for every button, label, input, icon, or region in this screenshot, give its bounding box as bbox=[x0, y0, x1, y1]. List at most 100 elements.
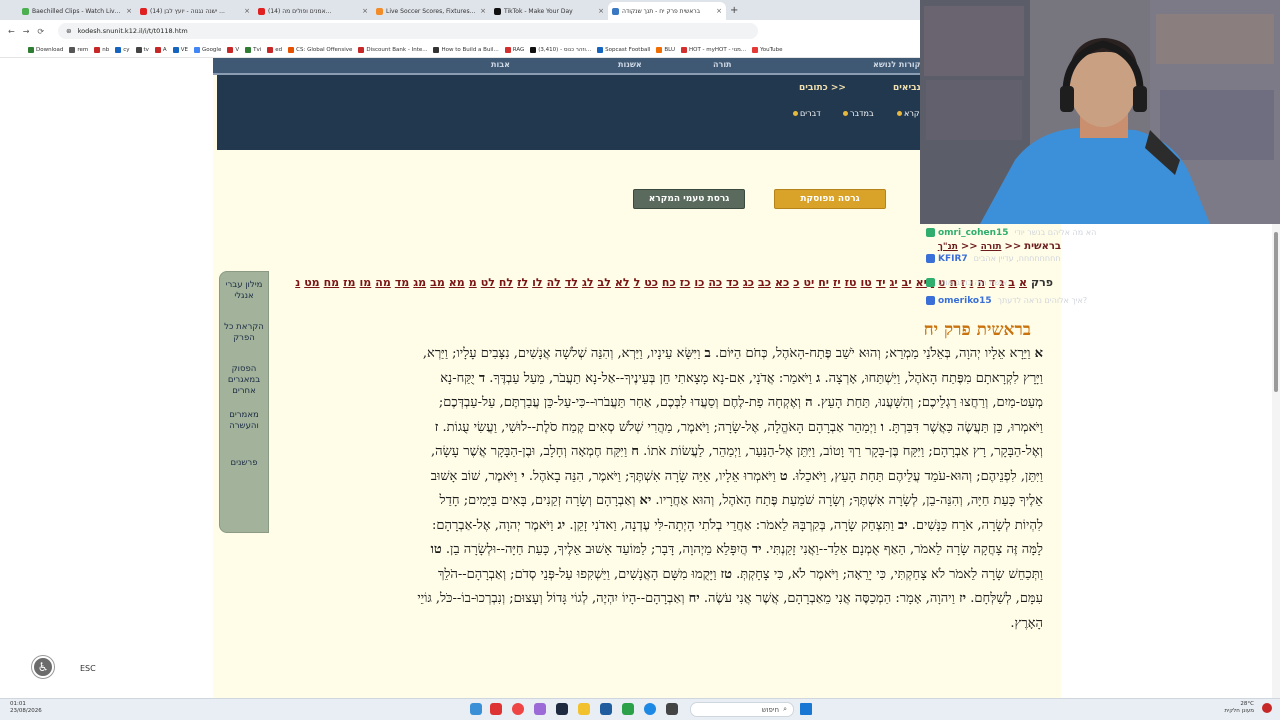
taskbar-app-icon[interactable] bbox=[666, 703, 678, 715]
chapter-link-14[interactable]: טו bbox=[861, 276, 872, 289]
accessibility-icon[interactable]: ♿ bbox=[32, 656, 54, 678]
chapter-link-36[interactable]: לז bbox=[517, 276, 528, 289]
chapter-link-46[interactable]: מז bbox=[343, 276, 355, 289]
bookmark-item[interactable]: BLU bbox=[656, 46, 675, 53]
chapter-link-25[interactable]: כו bbox=[694, 276, 704, 289]
chapter-link-37[interactable]: לח bbox=[499, 276, 513, 289]
chat-username[interactable]: KFIR7 bbox=[938, 254, 968, 264]
chapter-link-44[interactable]: מה bbox=[375, 276, 391, 289]
taskbar-app-icon[interactable] bbox=[534, 703, 546, 715]
reload-icon[interactable]: ⟳ bbox=[37, 27, 44, 36]
chapter-link-35[interactable]: לו bbox=[532, 276, 542, 289]
side-item-read-chapter[interactable]: הקראת כל הפרק bbox=[224, 322, 264, 344]
address-bar[interactable]: ⊜ kodesh.snunit.k12.il/i/t/t0118.htm bbox=[58, 23, 759, 39]
browser-tab-3[interactable]: Live Soccer Scores, Fixtures, Re... × bbox=[372, 2, 490, 20]
chapter-link-21[interactable]: כב bbox=[758, 276, 771, 289]
close-icon[interactable]: × bbox=[244, 7, 250, 15]
nav-link-2[interactable]: תורה bbox=[713, 60, 732, 69]
weather-widget[interactable]: 28°C מעונן חלקית bbox=[1224, 701, 1254, 715]
chapter-link-30[interactable]: לא bbox=[615, 276, 630, 289]
print-version-button[interactable]: גרסה מפוסקת bbox=[774, 189, 886, 209]
chapter-link-41[interactable]: מב bbox=[430, 276, 445, 289]
bookmark-item[interactable]: (3,410) - וזהר כנוס... bbox=[530, 46, 591, 53]
chapter-link-19[interactable]: כ bbox=[793, 276, 799, 289]
chapter-link-22[interactable]: כג bbox=[743, 276, 754, 289]
close-icon[interactable]: × bbox=[716, 7, 722, 15]
bookmark-item[interactable]: cy bbox=[115, 46, 130, 53]
bookmark-item[interactable]: YouTube bbox=[752, 46, 783, 53]
edge-icon[interactable] bbox=[644, 703, 656, 715]
scrollbar-thumb[interactable] bbox=[1274, 232, 1278, 392]
chapter-link-18[interactable]: יט bbox=[803, 276, 814, 289]
sub-nav-devarim[interactable]: דברים bbox=[793, 109, 821, 118]
chrome-icon[interactable] bbox=[512, 703, 524, 715]
taskbar-app-icon[interactable] bbox=[490, 703, 502, 715]
close-icon[interactable]: × bbox=[362, 7, 368, 15]
forward-icon[interactable]: → bbox=[23, 27, 30, 36]
browser-tab-2[interactable]: (14) אמנים ופולים מה... × bbox=[254, 2, 372, 20]
taskbar-app-icon[interactable] bbox=[600, 703, 612, 715]
bookmark-item[interactable]: tv bbox=[135, 46, 149, 53]
chapter-link-20[interactable]: כא bbox=[775, 276, 789, 289]
nav-ketuvim[interactable]: כתובים >> bbox=[799, 83, 846, 93]
chapter-link-43[interactable]: מד bbox=[395, 276, 409, 289]
back-icon[interactable]: ← bbox=[8, 27, 15, 36]
bookmark-item[interactable]: RAG bbox=[504, 46, 524, 53]
chapter-link-28[interactable]: כט bbox=[644, 276, 658, 289]
chapter-link-11[interactable]: יב bbox=[902, 276, 912, 289]
bookmark-item[interactable]: VE bbox=[172, 46, 188, 53]
chapter-link-38[interactable]: לט bbox=[481, 276, 495, 289]
sub-nav-bamidbar[interactable]: במדבר bbox=[843, 109, 874, 118]
chapter-link-12[interactable]: יג bbox=[890, 276, 898, 289]
bookmark-item[interactable]: ed bbox=[267, 46, 282, 53]
bookmark-item[interactable]: Tvi bbox=[245, 46, 261, 53]
teamim-version-button[interactable]: גרסת טעמי המקרא bbox=[633, 189, 745, 209]
bookmark-item[interactable]: Sopcast Football bbox=[597, 46, 650, 53]
side-item-verse-databases[interactable]: הפסוק במאגרים אחרים bbox=[224, 364, 264, 397]
site-info-icon[interactable]: ⊜ bbox=[66, 27, 71, 35]
chapter-link-15[interactable]: טז bbox=[845, 276, 857, 289]
chapter-link-39[interactable]: מ bbox=[469, 276, 477, 289]
chat-username[interactable]: omri_cohen15 bbox=[938, 228, 1009, 238]
browser-tab-0[interactable]: Baechilled Clips - Watch Live... × bbox=[18, 2, 136, 20]
nav-link-1[interactable]: אשנות bbox=[618, 60, 642, 69]
bookmark-item[interactable]: Download bbox=[28, 46, 63, 53]
chapter-link-26[interactable]: כז bbox=[680, 276, 691, 289]
chapter-link-32[interactable]: לג bbox=[582, 276, 594, 289]
bookmark-item[interactable]: CS: Global Offensive bbox=[288, 46, 352, 53]
bookmark-item[interactable]: Google bbox=[193, 46, 221, 53]
windows-start-icon[interactable] bbox=[800, 703, 812, 715]
taskbar-app-icon[interactable] bbox=[622, 703, 634, 715]
chapter-link-45[interactable]: מו bbox=[360, 276, 372, 289]
bookmark-item[interactable]: V bbox=[227, 46, 239, 53]
chapter-link-48[interactable]: מט bbox=[304, 276, 319, 289]
side-item-dictionary[interactable]: מילון עברי אנגלי bbox=[224, 280, 264, 302]
folder-icon[interactable] bbox=[578, 703, 590, 715]
side-item-articles[interactable]: מאמרים והעשרה bbox=[224, 410, 264, 432]
bookmark-item[interactable]: Discount Bank - Inte... bbox=[358, 46, 427, 53]
chapter-link-27[interactable]: כח bbox=[662, 276, 676, 289]
chapter-link-17[interactable]: יח bbox=[818, 276, 829, 289]
chapter-link-40[interactable]: מא bbox=[449, 276, 465, 289]
chapter-link-29[interactable]: ל bbox=[634, 276, 641, 289]
side-item-commentators[interactable]: פרשנים bbox=[224, 458, 264, 469]
new-tab-button[interactable]: + bbox=[730, 5, 738, 16]
browser-tab-4[interactable]: TikTok - Make Your Day × bbox=[490, 2, 608, 20]
page-scrollbar[interactable] bbox=[1272, 224, 1280, 698]
chapter-link-42[interactable]: מג bbox=[413, 276, 426, 289]
bookmark-item[interactable]: rem bbox=[69, 46, 88, 53]
chapter-link-31[interactable]: לב bbox=[598, 276, 611, 289]
taskbar-search[interactable]: חיפוש ⌕ bbox=[690, 702, 794, 717]
browser-tab-1[interactable]: (14) ישנה נגנוה - יועץ לבן ... × bbox=[136, 2, 254, 20]
chapter-link-34[interactable]: לה bbox=[547, 276, 561, 289]
close-icon[interactable]: × bbox=[598, 7, 604, 15]
chapter-link-23[interactable]: כד bbox=[726, 276, 739, 289]
bookmark-item[interactable]: nb bbox=[94, 46, 109, 53]
close-icon[interactable]: × bbox=[126, 7, 132, 15]
taskbar-app-icon[interactable] bbox=[556, 703, 568, 715]
chapter-link-16[interactable]: יז bbox=[833, 276, 841, 289]
notification-icon[interactable] bbox=[1262, 703, 1272, 713]
chapter-link-49[interactable]: נ bbox=[295, 276, 300, 289]
bookmark-item[interactable]: A bbox=[154, 46, 167, 53]
nav-link-0[interactable]: אבות bbox=[491, 60, 510, 69]
